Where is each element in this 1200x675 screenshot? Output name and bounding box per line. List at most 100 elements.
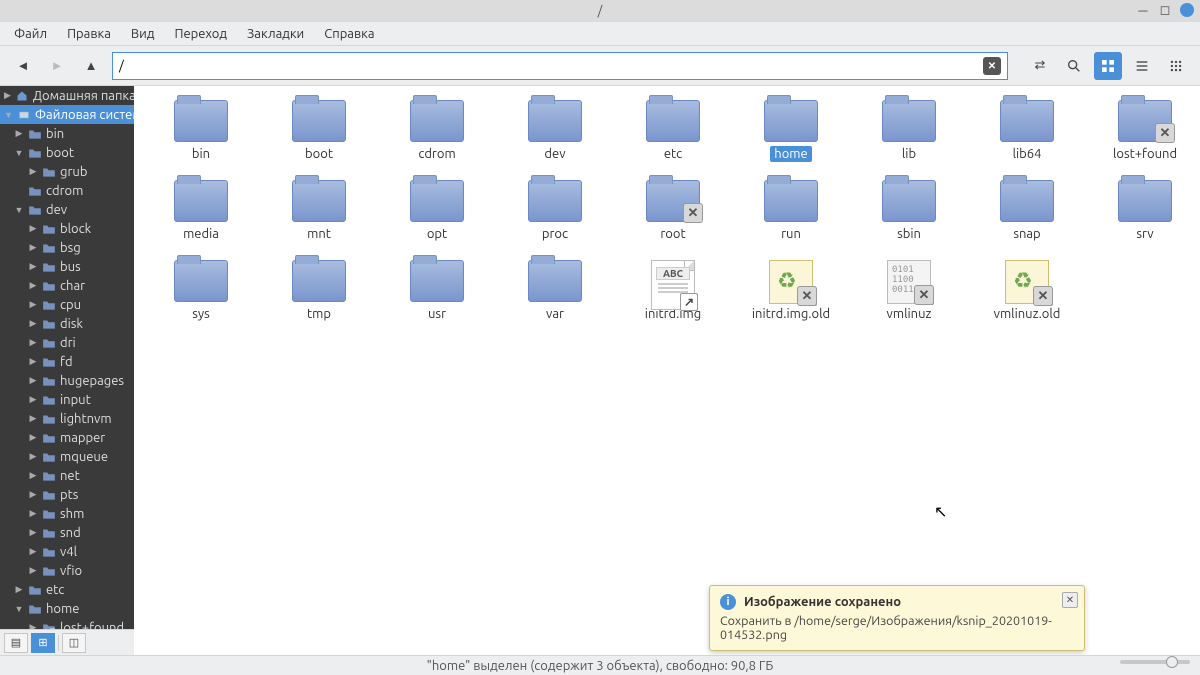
- item-root[interactable]: ✕root: [614, 180, 732, 242]
- item-label: root: [656, 226, 689, 242]
- menu-help[interactable]: Справка: [316, 25, 382, 43]
- item-etc[interactable]: etc: [614, 100, 732, 162]
- sidebar-item-disk[interactable]: ▶disk: [0, 314, 134, 333]
- sidebar-item-snd[interactable]: ▶snd: [0, 523, 134, 542]
- sidebar-item-fd[interactable]: ▶fd: [0, 352, 134, 371]
- item-label: home: [770, 146, 811, 162]
- item-cdrom[interactable]: cdrom: [378, 100, 496, 162]
- item-srv[interactable]: srv: [1086, 180, 1200, 242]
- sidebar-item-cdrom[interactable]: cdrom: [0, 181, 134, 200]
- sidebar-item-bsg[interactable]: ▶bsg: [0, 238, 134, 257]
- icon-view-button[interactable]: [1094, 52, 1122, 80]
- sidebar-item-mqueue[interactable]: ▶mqueue: [0, 447, 134, 466]
- forward-button[interactable]: ►: [44, 53, 70, 79]
- close-button[interactable]: [1180, 3, 1194, 17]
- sidebar[interactable]: ▶Домашняя папка▼Файловая систем▶bin▼boot…: [0, 86, 134, 655]
- item-label: usr: [424, 306, 450, 322]
- item-initrd.img[interactable]: ABCinitrd.img: [614, 260, 732, 322]
- folder-icon: [292, 100, 346, 142]
- recycle-file-icon: ♻✕: [769, 260, 813, 304]
- sidebar-item-v4l[interactable]: ▶v4l: [0, 542, 134, 561]
- item-label: vmlinuz: [883, 306, 936, 322]
- places-pane-button[interactable]: ▤: [4, 633, 28, 653]
- sidebar-item-block[interactable]: ▶block: [0, 219, 134, 238]
- folder-icon: [528, 180, 582, 222]
- item-snap[interactable]: snap: [968, 180, 1086, 242]
- maximize-button[interactable]: ◻: [1158, 3, 1172, 17]
- item-lost+found[interactable]: ✕lost+found: [1086, 100, 1200, 162]
- menu-view[interactable]: Вид: [123, 25, 163, 43]
- path-input[interactable]: [119, 59, 983, 73]
- path-input-container[interactable]: ✕: [112, 52, 1008, 80]
- sidebar-item-shm[interactable]: ▶shm: [0, 504, 134, 523]
- item-tmp[interactable]: tmp: [260, 260, 378, 322]
- item-sys[interactable]: sys: [142, 260, 260, 322]
- item-usr[interactable]: usr: [378, 260, 496, 322]
- notification-close-button[interactable]: ✕: [1062, 592, 1078, 608]
- sidebar-root-Домашняя папка[interactable]: ▶Домашняя папка: [0, 86, 134, 105]
- sidebar-item-vfio[interactable]: ▶vfio: [0, 561, 134, 580]
- sidebar-item-cpu[interactable]: ▶cpu: [0, 295, 134, 314]
- item-opt[interactable]: opt: [378, 180, 496, 242]
- item-label: sbin: [893, 226, 925, 242]
- list-view-button[interactable]: [1128, 52, 1156, 80]
- sidebar-item-grub[interactable]: ▶grub: [0, 162, 134, 181]
- sidebar-item-mapper[interactable]: ▶mapper: [0, 428, 134, 447]
- sidebar-item-net[interactable]: ▶net: [0, 466, 134, 485]
- item-vmlinuz.old[interactable]: ♻✕vmlinuz.old: [968, 260, 1086, 322]
- minimize-button[interactable]: ─: [1136, 3, 1150, 17]
- back-button[interactable]: ◄: [10, 53, 36, 79]
- sidebar-item-etc[interactable]: ▶etc: [0, 580, 134, 599]
- folder-icon: [1000, 180, 1054, 222]
- menu-go[interactable]: Переход: [166, 25, 235, 43]
- sidebar-item-hugepages[interactable]: ▶hugepages: [0, 371, 134, 390]
- sidebar-item-bus[interactable]: ▶bus: [0, 257, 134, 276]
- item-label: srv: [1132, 226, 1157, 242]
- menu-file[interactable]: Файл: [6, 25, 55, 43]
- zoom-slider[interactable]: [1120, 660, 1190, 664]
- sidebar-root-Файловая систем[interactable]: ▼Файловая систем: [0, 105, 134, 124]
- item-sbin[interactable]: sbin: [850, 180, 968, 242]
- item-var[interactable]: var: [496, 260, 614, 322]
- menu-bookmarks[interactable]: Закладки: [239, 25, 312, 43]
- locked-icon: ✕: [797, 286, 817, 306]
- item-label: run: [777, 226, 805, 242]
- item-dev[interactable]: dev: [496, 100, 614, 162]
- content-area[interactable]: bin bootcdromdev etc home liblib64✕lost+foun…: [134, 86, 1200, 655]
- folder-icon: [764, 180, 818, 222]
- sidebar-item-home[interactable]: ▼home: [0, 599, 134, 618]
- sidebar-item-input[interactable]: ▶input: [0, 390, 134, 409]
- tree-pane-button[interactable]: ⊞: [31, 633, 55, 653]
- up-button[interactable]: ▲: [78, 53, 104, 79]
- folder-icon: [174, 100, 228, 142]
- sidebar-item-dev[interactable]: ▼dev: [0, 200, 134, 219]
- item-initrd.img.old[interactable]: ♻✕initrd.img.old: [732, 260, 850, 322]
- item-lib64[interactable]: lib64: [968, 100, 1086, 162]
- sidebar-item-lightnvm[interactable]: ▶lightnvm: [0, 409, 134, 428]
- item-vmlinuz[interactable]: 010111000011✕vmlinuz: [850, 260, 968, 322]
- item-label: bin: [188, 146, 214, 162]
- sidebar-item-bin[interactable]: ▶bin: [0, 124, 134, 143]
- clear-path-icon[interactable]: ✕: [983, 57, 1001, 75]
- sidebar-item-dri[interactable]: ▶dri: [0, 333, 134, 352]
- item-mnt[interactable]: mnt: [260, 180, 378, 242]
- extra-pane-button[interactable]: ◫: [62, 633, 86, 653]
- search-button[interactable]: [1060, 52, 1088, 80]
- folder-icon: [646, 100, 700, 142]
- sidebar-item-pts[interactable]: ▶pts: [0, 485, 134, 504]
- toggle-location-button[interactable]: ⇄: [1026, 52, 1054, 80]
- item-bin[interactable]: bin: [142, 100, 260, 162]
- item-label: etc: [660, 146, 686, 162]
- toolbar: ◄ ► ▲ ✕ ⇄: [0, 46, 1200, 86]
- item-lib[interactable]: lib: [850, 100, 968, 162]
- item-home[interactable]: home: [732, 100, 850, 162]
- compact-view-button[interactable]: [1162, 52, 1190, 80]
- item-proc[interactable]: proc: [496, 180, 614, 242]
- menu-edit[interactable]: Правка: [59, 25, 119, 43]
- sidebar-item-boot[interactable]: ▼boot: [0, 143, 134, 162]
- symlink-icon: [680, 293, 698, 311]
- item-media[interactable]: media: [142, 180, 260, 242]
- item-boot[interactable]: boot: [260, 100, 378, 162]
- item-run[interactable]: run: [732, 180, 850, 242]
- sidebar-item-char[interactable]: ▶char: [0, 276, 134, 295]
